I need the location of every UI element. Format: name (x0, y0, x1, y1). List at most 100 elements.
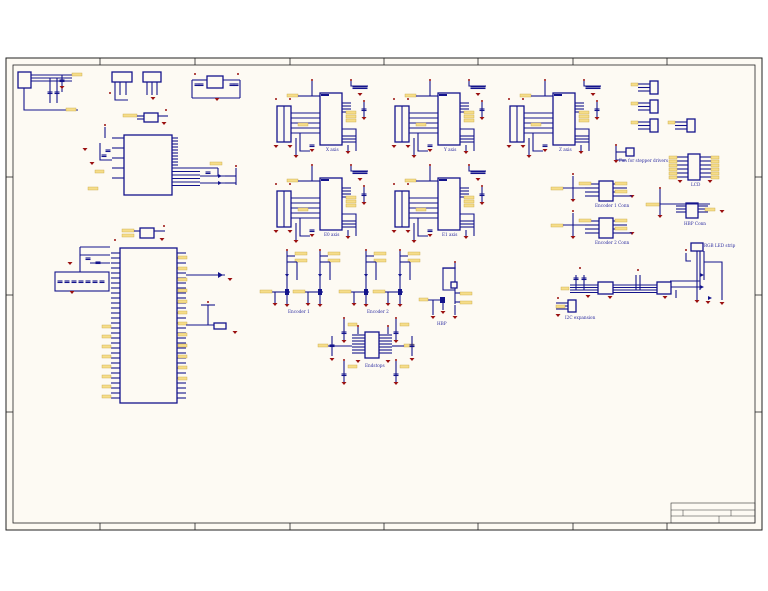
label-encoder2: Encoder 2 (367, 309, 389, 314)
net-label (710, 167, 720, 172)
net-label (404, 93, 417, 98)
label-encoder2-conn: Encoder 2 Conn (595, 240, 630, 245)
net-label (65, 107, 77, 112)
net-label (463, 203, 475, 208)
ic-chip (319, 177, 343, 231)
net-label (560, 286, 570, 291)
power-icon (615, 144, 617, 146)
net-label (578, 114, 590, 119)
net-label (668, 155, 678, 160)
net-label (259, 289, 273, 294)
transistor-icon (318, 289, 322, 295)
power-icon (350, 79, 352, 81)
power-icon (508, 98, 510, 100)
net-label (94, 169, 105, 174)
net-label (463, 195, 475, 200)
chip-marker (439, 179, 447, 181)
power-icon (109, 92, 111, 94)
net-label (101, 334, 112, 339)
net-label (415, 122, 427, 127)
power-icon (289, 98, 291, 100)
net-label (399, 364, 410, 369)
net-label (101, 374, 112, 379)
net-label (292, 289, 306, 294)
power-icon (275, 183, 277, 185)
net-label (286, 93, 299, 98)
net-label (347, 322, 358, 327)
power-icon (350, 164, 352, 166)
net-label (101, 384, 112, 389)
label-z-axis: Z axis (559, 147, 572, 152)
net-label (177, 332, 188, 337)
net-label (404, 178, 417, 183)
power-icon (395, 359, 397, 361)
power-icon (311, 79, 313, 81)
net-label (177, 255, 188, 260)
label-e0-axis: E0 axis (324, 232, 339, 237)
net-label (578, 110, 590, 115)
power-icon (163, 225, 165, 227)
power-icon (685, 249, 687, 251)
mosfet-icon (440, 297, 445, 303)
power-icon (522, 98, 524, 100)
power-icon (343, 359, 345, 361)
net-label (668, 163, 678, 168)
net-label (614, 189, 628, 194)
net-label (297, 122, 309, 127)
net-label (327, 251, 341, 256)
ic-chip (142, 71, 162, 83)
net-label (209, 161, 223, 166)
power-icon (583, 79, 585, 81)
net-label (578, 218, 592, 223)
net-label (372, 289, 386, 294)
net-label (630, 82, 639, 87)
label-endstops: Endstops (365, 363, 385, 368)
power-icon (395, 317, 397, 319)
power-icon (407, 98, 409, 100)
net-label (177, 288, 188, 293)
net-label (338, 289, 352, 294)
power-icon (572, 210, 574, 212)
power-icon (387, 325, 389, 327)
power-icon (237, 73, 239, 75)
net-label (630, 120, 639, 125)
ic-chip (685, 202, 699, 219)
power-icon (343, 317, 345, 319)
net-label (463, 199, 475, 204)
chip-marker (321, 179, 329, 181)
net-label (668, 171, 678, 176)
power-icon (407, 183, 409, 185)
ic-chip (119, 247, 178, 404)
ic-chip (139, 227, 155, 239)
ic-chip (690, 242, 704, 252)
net-label (177, 321, 188, 326)
power-icon (194, 73, 196, 75)
power-icon (429, 164, 431, 166)
net-label (87, 186, 99, 191)
net-label (710, 155, 720, 160)
label-hbp-conn: HBP Conn (684, 221, 706, 226)
net-label (177, 365, 188, 370)
net-label (345, 118, 357, 123)
power-icon (165, 109, 167, 111)
net-label (177, 310, 188, 315)
ic-chip (649, 80, 659, 95)
label-y-axis: Y axis (443, 147, 456, 152)
net-label (463, 110, 475, 115)
net-label (345, 195, 357, 200)
net-label (373, 251, 387, 256)
net-label (418, 297, 429, 302)
chip-marker (321, 94, 329, 96)
ic-chip (123, 134, 173, 196)
net-label (668, 167, 678, 172)
power-icon (429, 79, 431, 81)
net-label (530, 122, 542, 127)
net-label (345, 203, 357, 208)
net-label (345, 114, 357, 119)
power-icon (544, 79, 546, 81)
net-label (294, 251, 308, 256)
label-fan: Fan for stepper drivers (619, 158, 668, 163)
net-label (177, 266, 188, 271)
ic-chip (625, 147, 635, 157)
power-icon (275, 98, 277, 100)
